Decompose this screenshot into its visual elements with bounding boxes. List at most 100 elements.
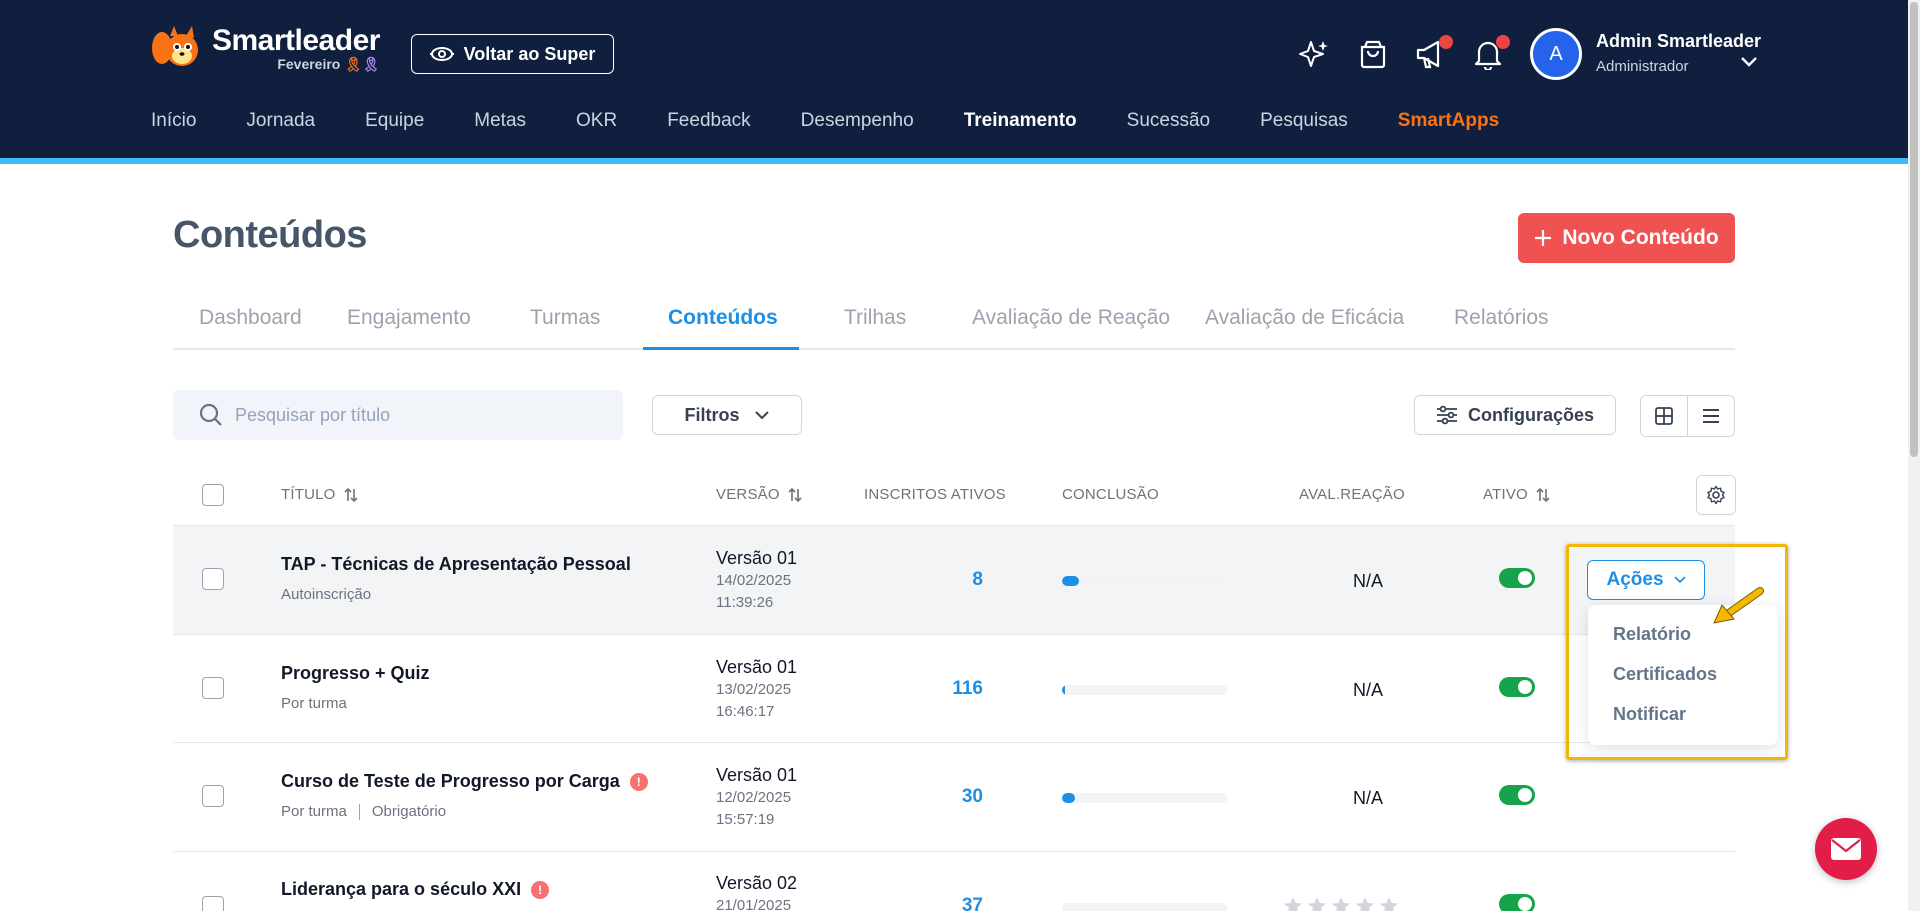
nav-equipe[interactable]: Equipe [365,110,424,132]
enrolled-count[interactable]: 8 [923,569,983,591]
scrollbar-thumb[interactable] [1910,2,1918,457]
user-role: Administrador [1596,58,1689,75]
row-checkbox[interactable] [202,677,224,699]
sort-icon [1536,487,1550,502]
content-title[interactable]: Liderança para o século XXI! [281,879,550,900]
alert-icon: ! [629,772,648,791]
shopping-bag-icon [1360,40,1386,69]
nav-treinamento[interactable]: Treinamento [964,110,1077,132]
search-box[interactable] [173,390,623,440]
page-scrollbar[interactable] [1908,0,1920,911]
table-row[interactable]: TAP - Técnicas de Apresentação Pessoal A… [173,525,1735,634]
contact-button[interactable] [1815,818,1877,880]
active-toggle[interactable] [1499,568,1535,588]
content-date: 13/02/2025 16:46:17 [716,681,792,720]
active-toggle[interactable] [1499,677,1535,697]
reaction-value: N/A [1352,788,1383,808]
search-input[interactable] [235,404,595,426]
nav-sucessao[interactable]: Sucessão [1127,110,1210,132]
nav-pesquisas[interactable]: Pesquisas [1260,110,1348,132]
content-tabs: Dashboard Engajamento Turmas Conteúdos T… [173,298,1735,350]
active-toggle[interactable] [1499,785,1535,805]
ribbon-icon: 🎗 [344,56,363,72]
completion-bar [1062,576,1227,586]
user-name[interactable]: Admin Smartleader [1596,31,1761,52]
select-all-checkbox[interactable] [202,484,224,506]
completion-fill [1062,793,1076,803]
ribbon-icon: 🎗 [362,56,380,72]
brand-subtitle: Fevereiro 🎗🎗 [277,56,380,72]
active-tab-underline [643,347,799,350]
filters-dropdown[interactable]: Filtros [652,395,802,435]
column-header-reaction: Aval.reação [1299,486,1405,503]
tab-avaliacao-reacao[interactable]: Avaliação de Reação [972,306,1170,330]
ai-sparkle-button[interactable] [1296,36,1332,72]
page-title: Conteúdos [173,214,367,256]
content-date: 12/02/2025 15:57:19 [716,789,792,828]
top-header: Smartleader Fevereiro 🎗🎗 Voltar ao Super … [0,0,1920,158]
tab-turmas[interactable]: Turmas [530,306,600,330]
header-accent-line [0,158,1920,164]
alert-icon: ! [531,880,550,899]
tab-dashboard[interactable]: Dashboard [199,306,302,330]
reaction-value: N/A [1352,680,1383,700]
completion-bar [1062,793,1227,803]
tab-conteudos[interactable]: Conteúdos [668,306,778,330]
tab-relatorios[interactable]: Relatórios [1454,306,1549,330]
content-title[interactable]: Progresso + Quiz [281,663,430,684]
row-checkbox[interactable] [202,568,224,590]
table-row[interactable]: Liderança para o século XXI! Versão 02 2… [173,851,1735,911]
enrolled-count[interactable]: 37 [923,895,983,911]
settings-button[interactable]: Configurações [1414,395,1616,435]
enrolled-count[interactable]: 116 [923,678,983,700]
completion-fill [1062,576,1079,586]
nav-inicio[interactable]: Início [151,110,196,132]
grid-view-button[interactable] [1641,396,1688,436]
nav-metas[interactable]: Metas [474,110,526,132]
star-icon [1332,897,1350,911]
table-row[interactable]: Curso de Teste de Progresso por Carga! P… [173,742,1735,851]
content-title[interactable]: TAP - Técnicas de Apresentação Pessoal [281,554,631,575]
chevron-down-icon[interactable] [1740,56,1758,68]
list-view-button[interactable] [1688,396,1734,436]
nav-feedback[interactable]: Feedback [667,110,750,132]
nav-smartapps[interactable]: SmartApps [1398,110,1499,132]
row-checkbox[interactable] [202,785,224,807]
announcements-button[interactable] [1413,35,1453,72]
reaction-value: N/A [1352,571,1383,591]
eye-icon [429,47,454,61]
sort-icon [788,487,802,502]
nav-okr[interactable]: OKR [576,110,617,132]
back-to-super-button[interactable]: Voltar ao Super [411,34,614,74]
filters-label: Filtros [684,404,740,425]
content-version: Versão 01 [716,765,798,785]
logo[interactable]: Smartleader Fevereiro 🎗🎗 [150,24,380,73]
tab-trilhas[interactable]: Trilhas [844,306,906,330]
shop-button[interactable] [1355,36,1391,72]
notifications-button[interactable] [1470,35,1510,72]
active-toggle[interactable] [1499,894,1535,911]
column-header-version[interactable]: Versão [716,486,802,503]
content-title[interactable]: Curso de Teste de Progresso por Carga! [281,771,648,792]
nav-desempenho[interactable]: Desempenho [801,110,914,132]
settings-label: Configurações [1467,404,1595,425]
completion-bar [1062,685,1227,695]
enrolled-count[interactable]: 30 [923,786,983,808]
row-checkbox[interactable] [202,896,224,911]
content-date: 21/01/2025 [716,897,792,911]
plus-icon [1535,230,1552,246]
chevron-down-icon [754,411,769,420]
tab-engajamento[interactable]: Engajamento [347,306,471,330]
list-icon [1703,409,1719,423]
content-version: Versão 02 [716,873,798,893]
tab-avaliacao-eficacia[interactable]: Avaliação de Eficácia [1205,306,1404,330]
column-header-title[interactable]: Título [281,486,358,503]
nav-jornada[interactable]: Jornada [246,110,315,132]
table-row[interactable]: Progresso + Quiz Por turma Versão 01 13/… [173,634,1735,742]
content-tags: Por turma [281,695,347,712]
avatar[interactable]: A [1530,28,1582,80]
view-toggle [1640,395,1735,437]
table-settings-button[interactable] [1696,475,1736,515]
column-header-active[interactable]: Ativo [1483,486,1550,503]
new-content-button[interactable]: Novo Conteúdo [1518,213,1735,263]
